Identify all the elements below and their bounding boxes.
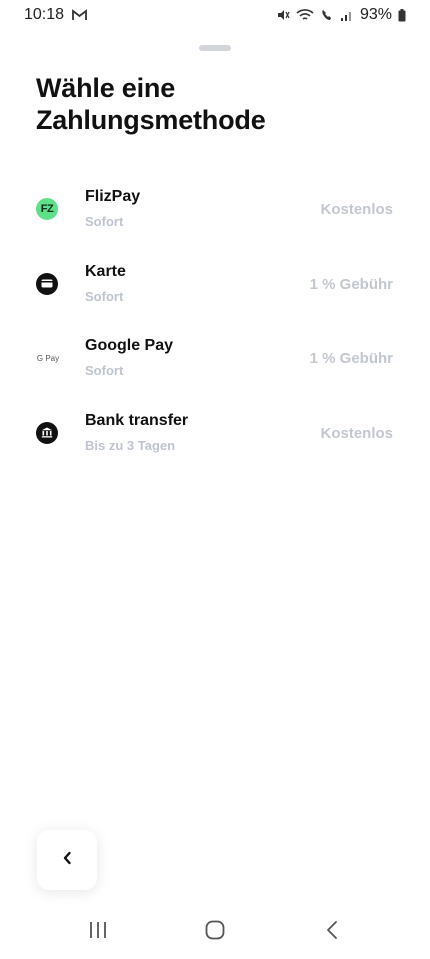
payment-method-list: FZ FlizPay Sofort Kostenlos Karte Sofort… bbox=[0, 176, 430, 474]
method-fee: 1 % Gebühr bbox=[309, 350, 393, 367]
card-icon bbox=[36, 272, 58, 295]
google-pay-logo-text: G Pay bbox=[36, 353, 60, 363]
status-left: 10:18 bbox=[24, 6, 87, 24]
method-fee: Kostenlos bbox=[320, 424, 393, 442]
home-icon bbox=[205, 920, 225, 945]
mute-icon bbox=[276, 8, 290, 22]
home-button[interactable] bbox=[195, 912, 235, 952]
back-icon bbox=[325, 920, 339, 945]
flizpay-logo-icon: FZ bbox=[36, 198, 58, 220]
method-subtitle: Bis zu 3 Tagen bbox=[85, 437, 176, 453]
page-title: Wähle eine Zahlungsmethode bbox=[36, 73, 266, 135]
battery-percent: 93% bbox=[359, 6, 392, 23]
signal-icon bbox=[340, 8, 354, 22]
back-button[interactable] bbox=[37, 830, 97, 890]
payment-method-bank-transfer[interactable]: Bank transfer Bis zu 3 Tagen Kostenlos bbox=[0, 400, 430, 475]
wifi-calling-icon bbox=[320, 8, 334, 22]
gmail-icon bbox=[72, 9, 87, 21]
method-fee: 1 % Gebühr bbox=[309, 275, 393, 293]
method-name: Bank transfer bbox=[85, 411, 189, 429]
recent-apps-icon bbox=[88, 921, 108, 944]
method-subtitle: Sofort bbox=[85, 214, 124, 229]
recent-apps-button[interactable] bbox=[78, 912, 118, 952]
method-name: Karte bbox=[85, 262, 126, 280]
bank-icon bbox=[36, 421, 58, 444]
method-name: Google Pay bbox=[85, 337, 174, 354]
method-name: FlizPay bbox=[85, 188, 141, 205]
sheet-drag-handle[interactable] bbox=[199, 45, 231, 51]
method-subtitle: Sofort bbox=[85, 288, 124, 304]
payment-method-flizpay[interactable]: FZ FlizPay Sofort Kostenlos bbox=[0, 176, 430, 251]
status-time: 10:18 bbox=[24, 6, 65, 23]
status-bar: 10:18 93% bbox=[0, 0, 430, 30]
payment-method-card[interactable]: Karte Sofort 1 % Gebühr bbox=[0, 251, 430, 326]
payment-method-google-pay[interactable]: G Pay Google Pay Sofort 1 % Gebühr bbox=[0, 325, 430, 400]
wifi-icon bbox=[296, 8, 314, 22]
method-subtitle: Sofort bbox=[85, 363, 124, 378]
system-nav-bar bbox=[0, 905, 430, 959]
google-pay-icon: G Pay bbox=[36, 347, 60, 369]
flizpay-logo-text: FZ bbox=[40, 203, 54, 215]
status-right: 93% bbox=[276, 6, 406, 24]
method-fee: Kostenlos bbox=[320, 201, 393, 218]
battery-icon bbox=[398, 8, 406, 22]
system-back-button[interactable] bbox=[312, 912, 352, 952]
chevron-left-icon bbox=[62, 851, 72, 870]
